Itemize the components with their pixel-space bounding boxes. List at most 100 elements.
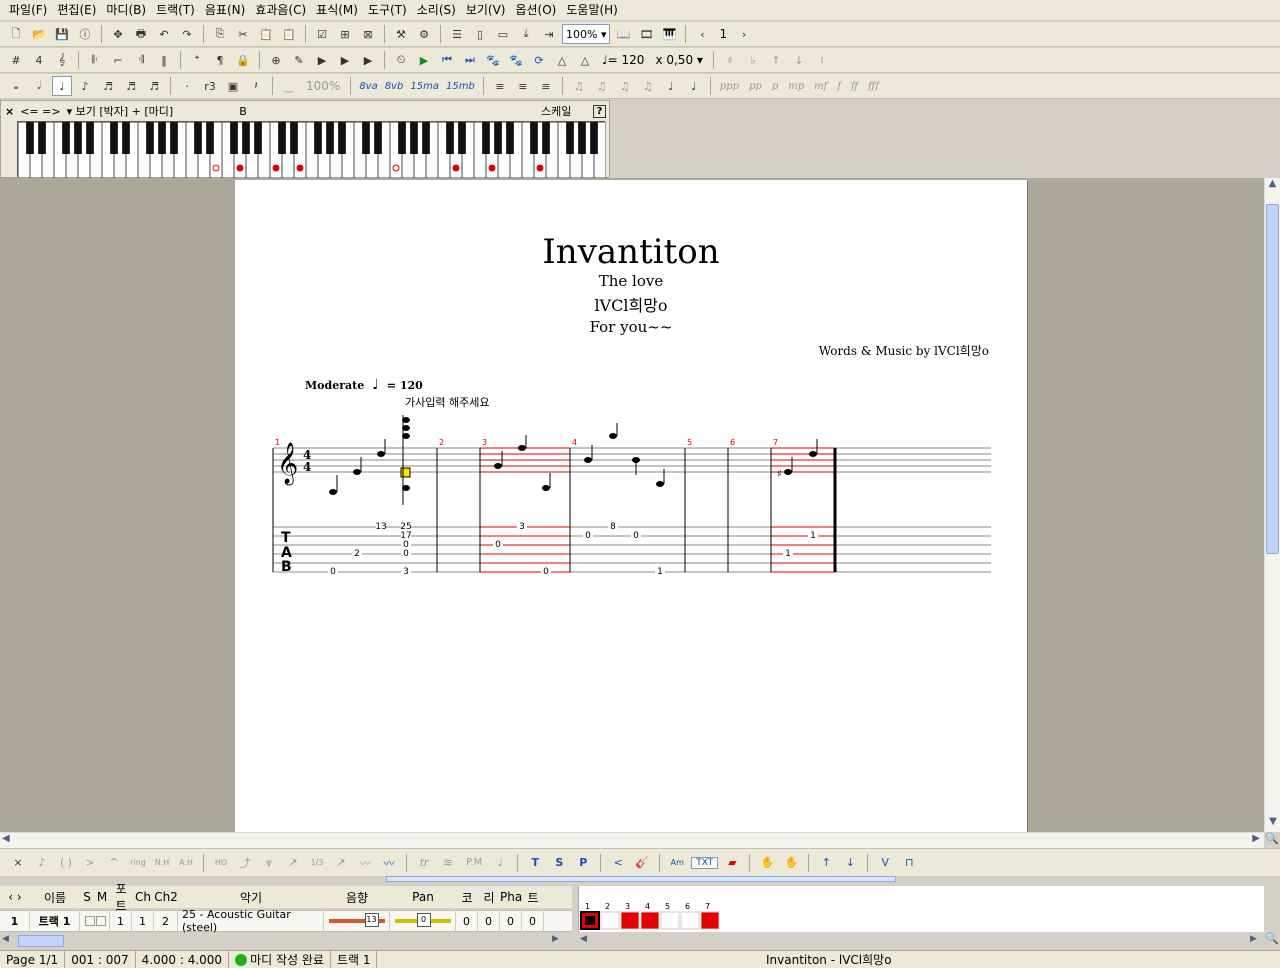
key-signature-icon[interactable]: # bbox=[6, 50, 26, 70]
repeat-close-icon[interactable]: 𝄇 bbox=[131, 50, 151, 70]
tab-number[interactable]: 0 bbox=[330, 567, 336, 577]
piano-black-key[interactable] bbox=[530, 122, 538, 154]
string-up-icon[interactable]: ↑ bbox=[766, 50, 786, 70]
ottava-15mb[interactable]: 15mb bbox=[444, 81, 477, 92]
parenthesis-icon[interactable]: ( ) bbox=[56, 853, 76, 873]
menu-item-10[interactable]: 옵션(O) bbox=[510, 0, 561, 20]
track-channel-2[interactable]: 2 bbox=[154, 910, 178, 932]
tools-icon[interactable]: ⚒ bbox=[391, 24, 411, 44]
piano-black-key[interactable] bbox=[590, 122, 598, 154]
transpose-down-icon[interactable]: ♭ bbox=[743, 50, 763, 70]
paste-icon[interactable]: 📋 bbox=[256, 24, 276, 44]
tie-icon[interactable]: ‿ bbox=[279, 76, 299, 96]
piano-black-key[interactable] bbox=[578, 122, 586, 154]
volume-slider[interactable]: 13 bbox=[324, 910, 390, 932]
panel-splitter[interactable] bbox=[386, 876, 896, 882]
piano-black-key[interactable] bbox=[326, 122, 334, 154]
dead-note-icon[interactable]: × bbox=[8, 853, 28, 873]
song-title[interactable]: Invantiton bbox=[235, 232, 1027, 272]
move-icon[interactable]: ✥ bbox=[108, 24, 128, 44]
stem-auto-icon[interactable]: ♩ bbox=[661, 76, 681, 96]
song-subtitle[interactable]: The love bbox=[235, 272, 1027, 290]
piano-black-key[interactable] bbox=[62, 122, 70, 154]
piano-black-key[interactable] bbox=[194, 122, 202, 154]
tempo-marking[interactable]: Moderate ♩ = 120 bbox=[305, 377, 423, 393]
track-scroll-right-icon[interactable]: ▶ bbox=[552, 934, 566, 948]
track-hscroll-thumb[interactable] bbox=[18, 935, 64, 947]
paragraph-icon[interactable]: ¶ bbox=[210, 50, 230, 70]
sixty-fourth-note-icon[interactable]: ♬ bbox=[144, 76, 164, 96]
half-note-icon[interactable]: 𝅗𝅥 bbox=[29, 76, 49, 96]
piano-black-key[interactable] bbox=[170, 122, 178, 154]
artificial-harmonic-icon[interactable]: A.H bbox=[176, 853, 196, 873]
tab-number[interactable]: 0 bbox=[403, 549, 409, 559]
piano-black-key[interactable] bbox=[398, 122, 406, 154]
overview-measure-cell[interactable] bbox=[640, 911, 660, 930]
menu-item-2[interactable]: 마디(B) bbox=[101, 0, 151, 20]
crescendo-icon[interactable]: < bbox=[608, 853, 628, 873]
metronome-off-icon[interactable]: △ bbox=[575, 50, 595, 70]
enharmonic-icon[interactable]: ♮ bbox=[812, 50, 832, 70]
eighth-note-icon[interactable]: ♪ bbox=[75, 76, 95, 96]
ottava-8va[interactable]: 8va bbox=[357, 81, 379, 92]
scroll-up-icon[interactable]: ▲ bbox=[1265, 178, 1280, 194]
tremolo-value[interactable]: 0 bbox=[522, 910, 544, 932]
piano-black-key[interactable] bbox=[566, 122, 574, 154]
stem-flip-icon[interactable]: ♩ bbox=[684, 76, 704, 96]
piano-black-key[interactable] bbox=[410, 122, 418, 154]
paste-special-icon[interactable]: 📋 bbox=[279, 24, 299, 44]
stroke-icon[interactable]: 🎸 bbox=[632, 853, 652, 873]
alternate-ending-icon[interactable]: ⌐ bbox=[108, 50, 128, 70]
slide-dropdown-icon[interactable]: ↗ bbox=[331, 853, 351, 873]
reverb-value[interactable]: 0 bbox=[478, 910, 500, 932]
piano-black-key[interactable] bbox=[314, 122, 322, 154]
piano-black-key[interactable] bbox=[542, 122, 550, 154]
zoom-select[interactable]: 100% ▾ bbox=[562, 24, 611, 44]
scroll-right-icon[interactable]: ▶ bbox=[1252, 833, 1260, 844]
measure-scroll-right-icon[interactable]: ▶ bbox=[1250, 934, 1264, 948]
scroll-left-icon[interactable]: ◀ bbox=[2, 833, 10, 844]
section-marker-icon[interactable]: ▰ bbox=[722, 853, 742, 873]
staccato-icon[interactable]: ♩ bbox=[490, 853, 510, 873]
piano-black-key[interactable] bbox=[494, 122, 502, 154]
sixteenth-note-icon[interactable]: ♬ bbox=[98, 76, 118, 96]
menu-item-7[interactable]: 도구(T) bbox=[363, 0, 412, 20]
menu-item-1[interactable]: 편집(E) bbox=[52, 0, 101, 20]
track-channel[interactable]: 1 bbox=[132, 910, 154, 932]
insert-icon[interactable]: ⊞ bbox=[335, 24, 355, 44]
skip-forward-icon[interactable]: ⏭ bbox=[460, 50, 480, 70]
tab-number[interactable]: 3 bbox=[403, 567, 409, 577]
delete-icon[interactable]: ⊠ bbox=[358, 24, 378, 44]
tap-icon[interactable]: T bbox=[525, 853, 545, 873]
track-instrument[interactable]: 25 - Acoustic Guitar (steel) bbox=[178, 908, 324, 934]
tremolo-bar-icon[interactable]: ⩔ bbox=[259, 853, 279, 873]
overview-measure-cell[interactable] bbox=[600, 911, 620, 930]
vibrato-icon[interactable]: 〰 bbox=[355, 853, 375, 873]
slide-icon[interactable]: ↗ bbox=[283, 853, 303, 873]
string-down-icon[interactable]: ↓ bbox=[789, 50, 809, 70]
measure-overview[interactable]: 1 2 3 4 5 6 7 bbox=[578, 886, 1264, 932]
horizontal-scrollbar[interactable]: ◀ ▶ bbox=[0, 832, 1264, 848]
marker-red-2-icon[interactable]: ▶ bbox=[335, 50, 355, 70]
edit-measure-icon[interactable]: ✎ bbox=[289, 50, 309, 70]
piano-black-key[interactable] bbox=[458, 122, 466, 154]
measure-zoom-icon[interactable]: 🔍 bbox=[1264, 932, 1280, 948]
tab-number[interactable]: 1 bbox=[657, 567, 663, 577]
thirty-second-note-icon[interactable]: ♬ bbox=[121, 76, 141, 96]
print-icon[interactable]: 🖶 bbox=[131, 24, 151, 44]
piano-black-key[interactable] bbox=[338, 122, 346, 154]
metronome-icon[interactable]: ⏲ bbox=[391, 50, 411, 70]
copy-icon[interactable]: ⎘ bbox=[210, 24, 230, 44]
repeat-open-icon[interactable]: 𝄆 bbox=[85, 50, 105, 70]
wrap-down-icon[interactable]: ⤓ bbox=[516, 24, 536, 44]
beam-lines-2-icon[interactable]: ≡ bbox=[513, 76, 533, 96]
beam-2-icon[interactable]: ♫ bbox=[615, 76, 635, 96]
tab-number[interactable]: 2 bbox=[354, 549, 360, 559]
ottava-8vb[interactable]: 8vb bbox=[383, 81, 406, 92]
piano-black-key[interactable] bbox=[482, 122, 490, 154]
marker-red-3-icon[interactable]: ▶ bbox=[358, 50, 378, 70]
scroll-thumb[interactable] bbox=[1266, 204, 1279, 554]
pan-slider[interactable]: 0 bbox=[390, 910, 456, 932]
time-signature-icon[interactable]: 4 bbox=[29, 50, 49, 70]
dynamic-6[interactable]: ff bbox=[848, 81, 861, 92]
